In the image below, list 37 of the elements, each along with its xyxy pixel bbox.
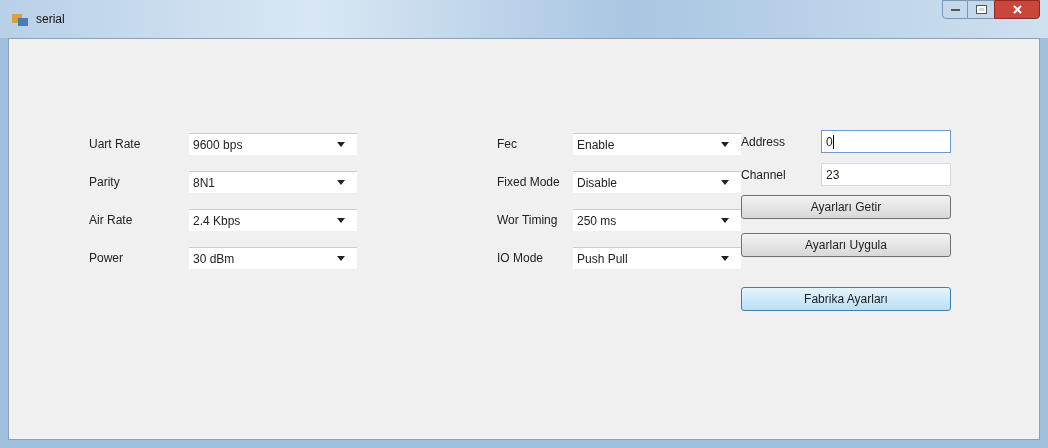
field-label: Parity <box>89 174 121 191</box>
input-field[interactable]: 23 <box>821 163 951 186</box>
field-label: IO Mode <box>497 250 545 267</box>
input-field[interactable]: 0 <box>821 130 951 153</box>
caret-icon <box>337 142 345 147</box>
action-button[interactable]: Ayarları Getir <box>741 195 951 219</box>
minimize-button[interactable] <box>942 0 968 19</box>
caret-icon <box>337 180 345 185</box>
caret-icon <box>337 256 345 261</box>
dropdown[interactable]: 2.4 Kbps <box>189 209 357 231</box>
field-label: Uart Rate <box>89 136 142 153</box>
dropdown[interactable]: 8N1 <box>189 171 357 193</box>
caret-icon <box>721 142 729 147</box>
field-label: Wor Timing <box>497 212 559 229</box>
caret-icon <box>337 218 345 223</box>
close-icon <box>1012 5 1022 14</box>
dropdown[interactable]: 250 ms <box>573 209 741 231</box>
field-label: Air Rate <box>89 212 134 229</box>
field-label: Fixed Mode <box>497 174 561 191</box>
field-label: Address <box>741 133 787 151</box>
maximize-button[interactable] <box>968 0 994 19</box>
field-label: Fec <box>497 136 518 153</box>
dropdown[interactable]: 30 dBm <box>189 247 357 269</box>
dropdown[interactable]: 9600 bps <box>189 133 357 155</box>
close-button[interactable] <box>994 0 1040 19</box>
app-icon <box>12 12 28 26</box>
action-button[interactable]: Fabrika Ayarları <box>741 287 951 311</box>
dropdown[interactable]: Push Pull <box>573 247 741 269</box>
caret-icon <box>721 218 729 223</box>
caret-icon <box>721 256 729 261</box>
field-label: Channel <box>741 166 787 184</box>
field-label: Power <box>89 250 124 267</box>
dropdown[interactable]: Disable <box>573 171 741 193</box>
window-title: serial <box>36 11 65 28</box>
dropdown[interactable]: Enable <box>573 133 741 155</box>
action-button[interactable]: Ayarları Uygula <box>741 233 951 257</box>
caret-icon <box>721 180 729 185</box>
